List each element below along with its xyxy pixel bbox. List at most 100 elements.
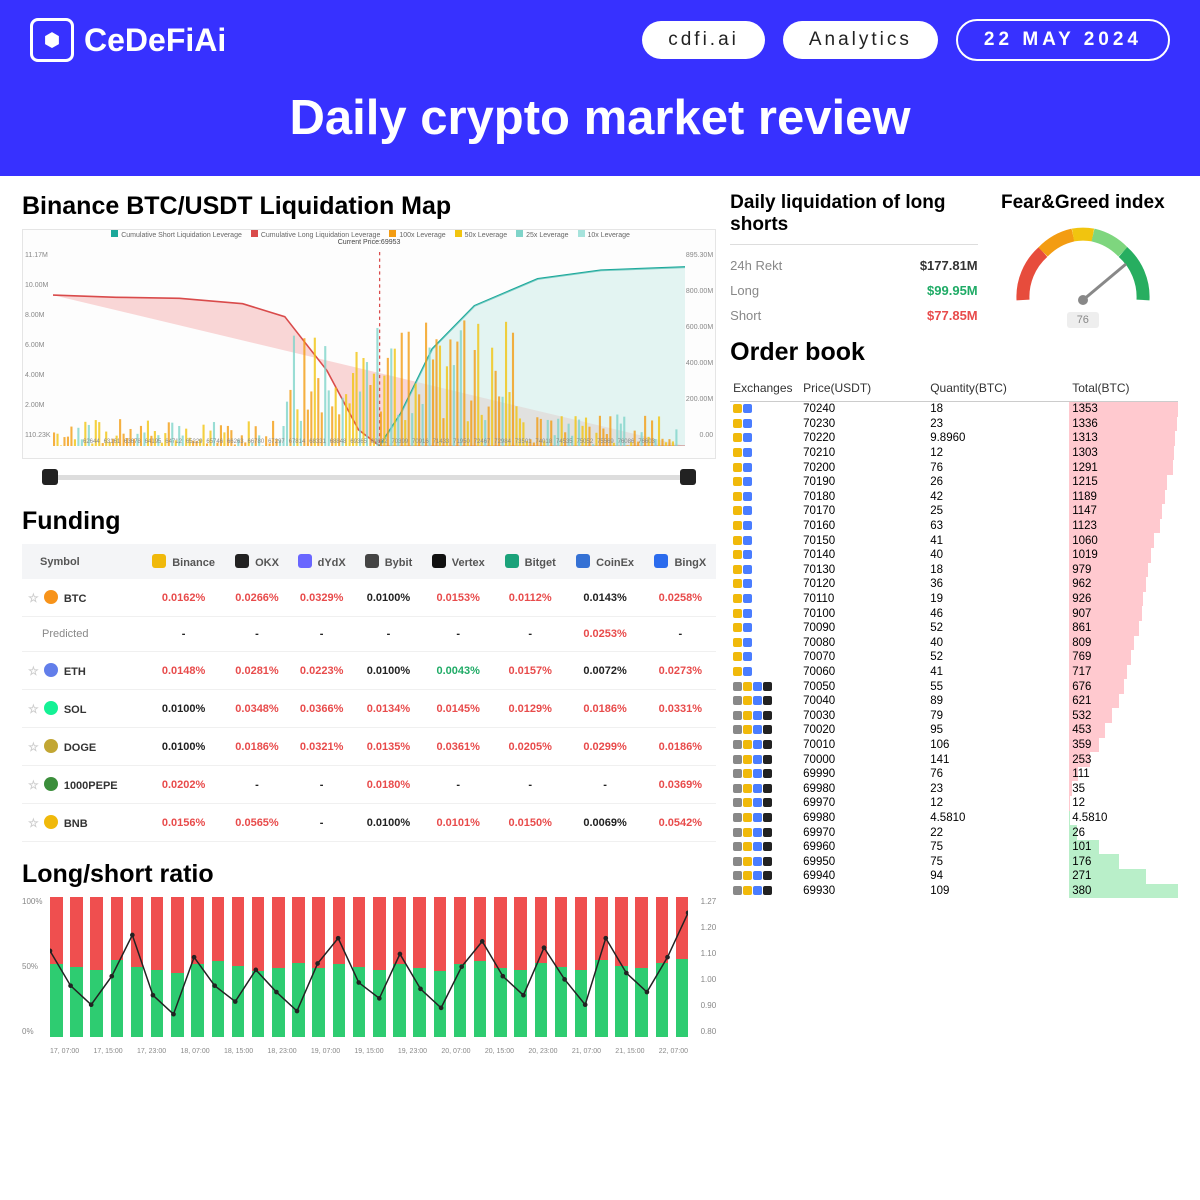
- ls-bar: [494, 897, 507, 1037]
- funding-table: Symbol Binance OKX dYdX Bybit Vertex Bit…: [22, 544, 716, 842]
- ls-bar: [212, 897, 225, 1037]
- ob-ask-row: 699802335: [730, 781, 1178, 796]
- section-pill[interactable]: Analytics: [783, 21, 938, 59]
- ob-ask-row: 7007052769: [730, 650, 1178, 665]
- ls-bar: [90, 897, 103, 1037]
- ob-ask-row: 7009052861: [730, 621, 1178, 636]
- ls-bar: [272, 897, 285, 1037]
- ls-bar: [131, 897, 144, 1037]
- ob-ask-row: 7003079532: [730, 708, 1178, 723]
- ob-ask-row: 7010046907: [730, 606, 1178, 621]
- ob-ask-row: 70210121303: [730, 446, 1178, 461]
- ob-ask-row: 7008040809: [730, 636, 1178, 651]
- funding-row: Predicted------0.0253%-: [22, 617, 716, 652]
- header: ⬢ CeDeFiAi cdfi.ai Analytics 22 MAY 2024…: [0, 0, 1200, 176]
- ob-bid-row: 69930109380: [730, 884, 1178, 899]
- ob-ask-row: 7011019926: [730, 592, 1178, 607]
- ls-bar: [615, 897, 628, 1037]
- ls-bar: [595, 897, 608, 1037]
- brand-logo: ⬢ CeDeFiAi: [30, 18, 226, 62]
- ob-ask-row: 7004089621: [730, 694, 1178, 709]
- funding-row: ☆ BNB0.0156%0.0565%-0.0100%0.0101%0.0150…: [22, 804, 716, 842]
- ls-bar: [514, 897, 527, 1037]
- range-slider[interactable]: [22, 467, 716, 489]
- funding-row: ☆ DOGE0.0100%0.0186%0.0321%0.0135%0.0361…: [22, 728, 716, 766]
- ls-bar: [111, 897, 124, 1037]
- brand-name: CeDeFiAi: [84, 22, 226, 59]
- liq-row: Short$77.85M: [730, 303, 977, 328]
- ob-ask-row: 7012036962: [730, 577, 1178, 592]
- slider-handle-left[interactable]: [42, 469, 58, 485]
- ls-bar: [70, 897, 83, 1037]
- funding-title: Funding: [22, 507, 716, 536]
- ls-bar: [292, 897, 305, 1037]
- ob-ask-row: 70170251147: [730, 504, 1178, 519]
- ls-bar: [393, 897, 406, 1037]
- ls-bar: [333, 897, 346, 1037]
- funding-row: ☆ BTC0.0162%0.0266%0.0329%0.0100%0.0153%…: [22, 579, 716, 617]
- ls-bar: [353, 897, 366, 1037]
- ls-bar: [635, 897, 648, 1037]
- liquidation-map-chart: Cumulative Short Liquidation LeverageCum…: [22, 229, 716, 459]
- funding-row: ☆ SOL0.0100%0.0348%0.0366%0.0134%0.0145%…: [22, 690, 716, 728]
- ls-bar: [555, 897, 568, 1037]
- liquidation-map-title: Binance BTC/USDT Liquidation Map: [22, 192, 716, 221]
- ls-bar: [171, 897, 184, 1037]
- ob-ask-row: 6999076111: [730, 767, 1178, 782]
- ls-bar: [151, 897, 164, 1037]
- ob-ask-row: 70230231336: [730, 417, 1178, 432]
- ob-ask-row: 70200761291: [730, 460, 1178, 475]
- daily-liquidation-box: Daily liquidation of long shorts 24h Rek…: [730, 192, 977, 328]
- ob-ask-row: 70140401019: [730, 548, 1178, 563]
- ob-ask-row: 70240181353: [730, 402, 1178, 417]
- order-book-table: ExchangesPrice(USDT)Quantity(BTC)Total(B…: [730, 375, 1178, 898]
- ob-ask-row: 702209.89601313: [730, 431, 1178, 446]
- long-short-chart: 100%50%0%1.271.201.101.000.900.80 17, 07…: [22, 897, 716, 1057]
- current-price-label: Current Price:69953: [23, 239, 715, 246]
- ob-bid-row: 699804.58104.5810: [730, 811, 1178, 826]
- liq-svg: [53, 252, 685, 446]
- liq-row: Long$99.95M: [730, 278, 977, 303]
- ls-bar: [676, 897, 689, 1037]
- ob-bid-row: 699702226: [730, 825, 1178, 840]
- ls-bar: [413, 897, 426, 1037]
- ls-bar: [474, 897, 487, 1037]
- ob-ask-row: 7006041717: [730, 665, 1178, 680]
- ob-bid-row: 6994094271: [730, 869, 1178, 884]
- logo-icon: ⬢: [30, 18, 74, 62]
- ob-ask-row: 699701212: [730, 796, 1178, 811]
- order-book-title: Order book: [730, 338, 1178, 367]
- ls-bar: [575, 897, 588, 1037]
- ls-bar: [535, 897, 548, 1037]
- ob-bid-row: 6996075101: [730, 840, 1178, 855]
- ob-ask-row: 70000141253: [730, 752, 1178, 767]
- ob-ask-row: 70160631123: [730, 519, 1178, 534]
- funding-row: ☆ 1000PEPE0.0202%--0.0180%---0.0369%: [22, 766, 716, 804]
- ls-bar: [373, 897, 386, 1037]
- ls-bar: [191, 897, 204, 1037]
- fg-gauge: [1008, 222, 1158, 310]
- ls-bar: [232, 897, 245, 1037]
- ob-ask-row: 7013018979: [730, 563, 1178, 578]
- ob-ask-row: 7005055676: [730, 679, 1178, 694]
- slider-handle-right[interactable]: [680, 469, 696, 485]
- date-pill: 22 MAY 2024: [956, 19, 1170, 61]
- site-pill[interactable]: cdfi.ai: [642, 21, 765, 59]
- ob-ask-row: 70150411060: [730, 533, 1178, 548]
- ls-bar: [312, 897, 325, 1037]
- funding-row: ☆ ETH0.0148%0.0281%0.0223%0.0100%0.0043%…: [22, 652, 716, 690]
- daily-liq-title: Daily liquidation of long shorts: [730, 192, 977, 236]
- liq-legend: Cumulative Short Liquidation LeverageCum…: [23, 230, 715, 239]
- page-title: Daily crypto market review: [30, 90, 1170, 146]
- ls-bar: [656, 897, 669, 1037]
- ls-bar: [252, 897, 265, 1037]
- long-short-title: Long/short ratio: [22, 860, 716, 889]
- ob-ask-row: 7002095453: [730, 723, 1178, 738]
- liq-x-axis: 6264463161636786419564712652296574666263…: [83, 439, 655, 445]
- liq-row: 24h Rekt$177.81M: [730, 253, 977, 278]
- fg-title: Fear&Greed index: [988, 192, 1178, 214]
- ls-bar: [454, 897, 467, 1037]
- ob-ask-row: 70190261215: [730, 475, 1178, 490]
- ob-ask-row: 70180421189: [730, 490, 1178, 505]
- ls-bar: [434, 897, 447, 1037]
